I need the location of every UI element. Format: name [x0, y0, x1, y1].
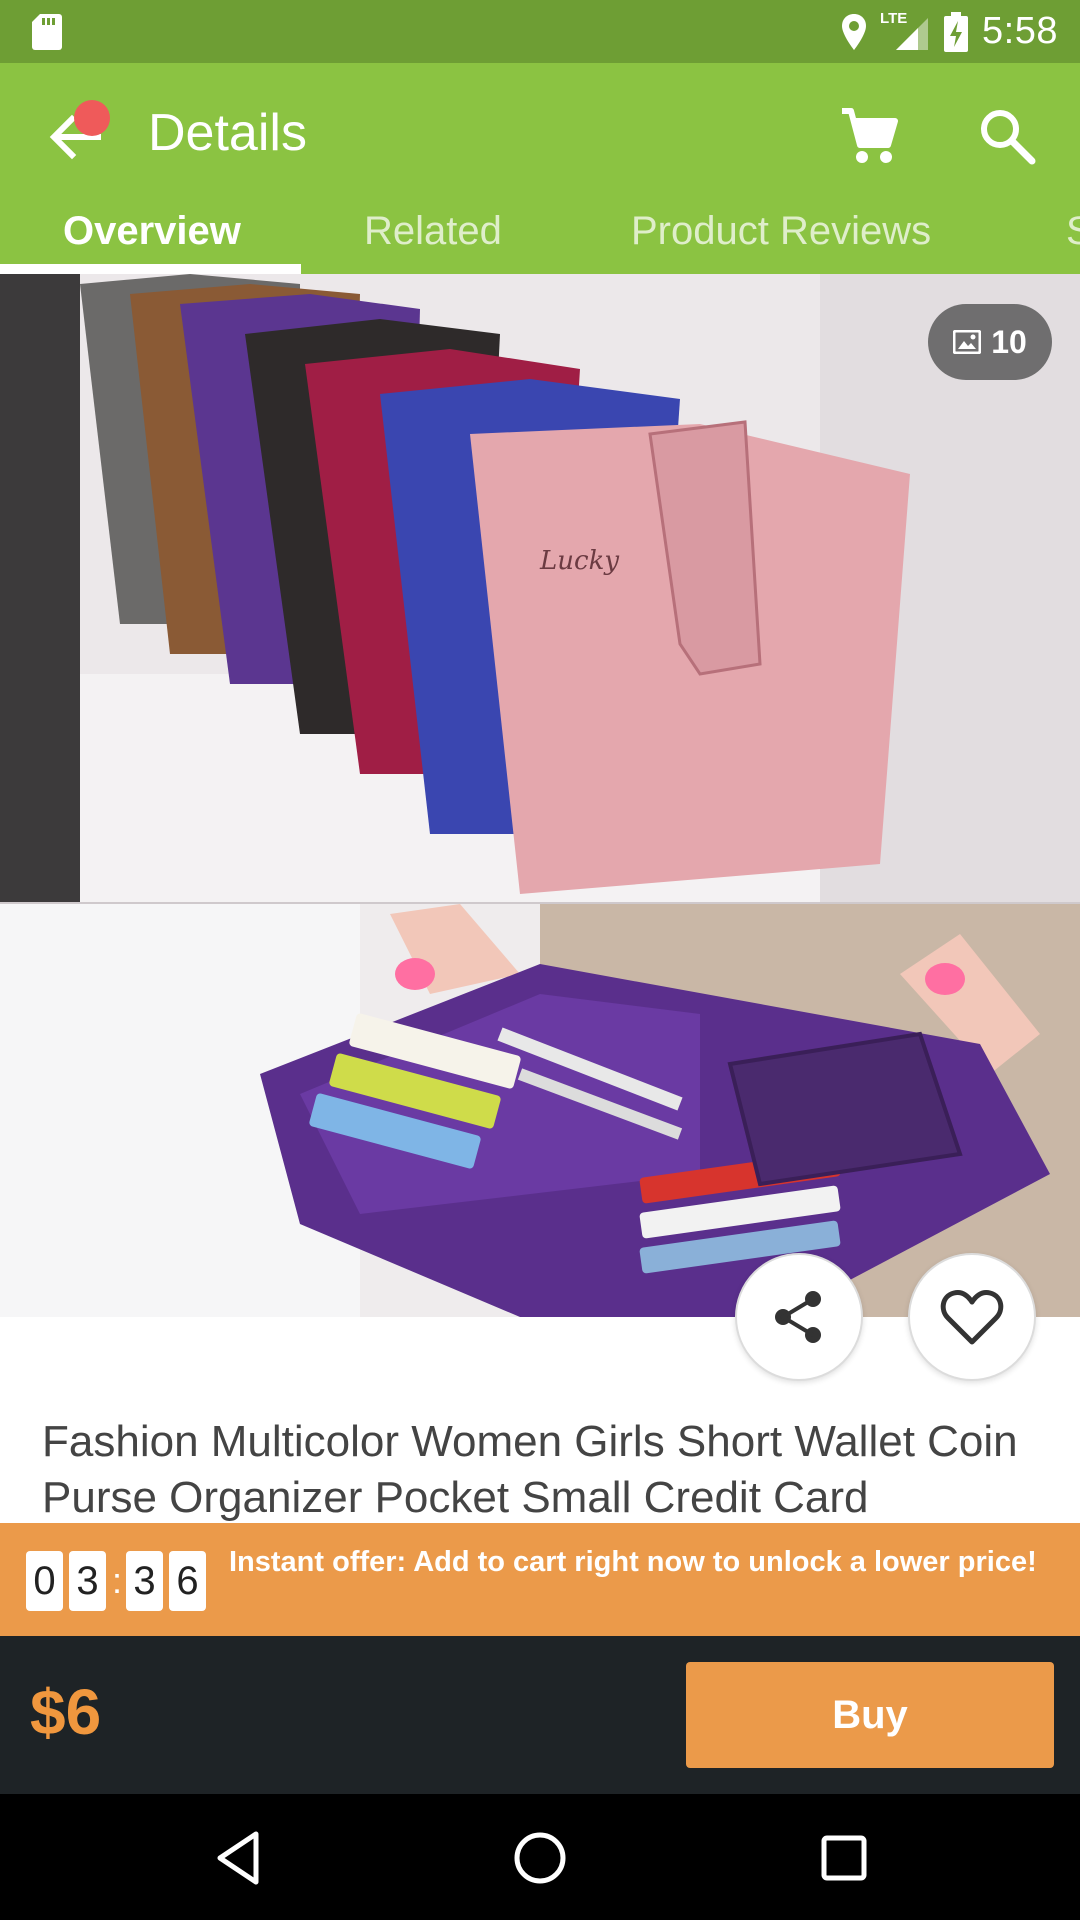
countdown-digit: 0 — [26, 1551, 63, 1611]
image-icon — [953, 330, 982, 354]
signal-icon: LTE — [880, 10, 930, 52]
product-details-screen: LTE 5:58 Details Overview Related Produc… — [0, 0, 1080, 1920]
nav-back-button[interactable] — [202, 1822, 274, 1894]
status-bar: LTE 5:58 — [0, 0, 1080, 63]
countdown-timer: 0 3 : 3 6 — [26, 1549, 206, 1613]
instant-offer-banner[interactable]: 0 3 : 3 6 Instant offer: Add to cart rig… — [0, 1523, 1080, 1636]
tab-related[interactable]: Related — [364, 211, 502, 272]
notification-dot — [74, 100, 110, 136]
price-label: $6 — [30, 1676, 102, 1748]
product-photo: Lucky — [0, 274, 1080, 1317]
status-time: 5:58 — [982, 10, 1058, 52]
countdown-digit: 3 — [69, 1551, 106, 1611]
system-navigation-bar — [0, 1794, 1080, 1920]
sd-card-icon — [32, 14, 62, 50]
search-button[interactable] — [976, 105, 1038, 167]
cart-button[interactable] — [838, 105, 900, 167]
photo-count-badge[interactable]: 10 — [928, 304, 1052, 380]
share-icon — [775, 1291, 821, 1343]
countdown-digit: 3 — [126, 1551, 163, 1611]
heart-icon — [940, 1290, 1004, 1345]
svg-text:Lucky: Lucky — [539, 546, 619, 576]
cart-icon — [842, 108, 898, 163]
tab-more[interactable]: S — [1066, 211, 1080, 272]
nav-back-icon — [217, 1831, 259, 1885]
product-image-gallery[interactable]: Lucky 10 — [0, 274, 1080, 1317]
app-bar: Details Overview Related Product Reviews… — [0, 63, 1080, 274]
offer-message: Instant offer: Add to cart right now to … — [229, 1546, 1037, 1578]
buy-button[interactable]: Buy — [686, 1662, 1054, 1768]
battery-charging-icon — [944, 11, 969, 52]
photo-count: 10 — [991, 323, 1027, 360]
tab-bar: Overview Related Product Reviews S — [0, 211, 1080, 272]
search-icon — [981, 110, 1036, 165]
tab-overview[interactable]: Overview — [63, 211, 241, 272]
countdown-digit: 6 — [169, 1551, 206, 1611]
page-title: Details — [148, 104, 307, 162]
nav-home-icon — [514, 1832, 566, 1884]
purchase-bar: $6 Buy — [0, 1636, 1080, 1794]
share-button[interactable] — [735, 1253, 863, 1381]
nav-recents-button[interactable] — [808, 1822, 880, 1894]
favorite-button[interactable] — [908, 1253, 1036, 1381]
countdown-separator: : — [112, 1560, 123, 1601]
active-tab-indicator — [0, 264, 301, 274]
tab-product-reviews[interactable]: Product Reviews — [631, 211, 931, 272]
nav-recents-icon — [821, 1835, 867, 1881]
product-title: Fashion Multicolor Women Girls Short Wal… — [42, 1417, 1018, 1522]
nav-home-button[interactable] — [504, 1822, 576, 1894]
location-icon — [842, 13, 867, 50]
